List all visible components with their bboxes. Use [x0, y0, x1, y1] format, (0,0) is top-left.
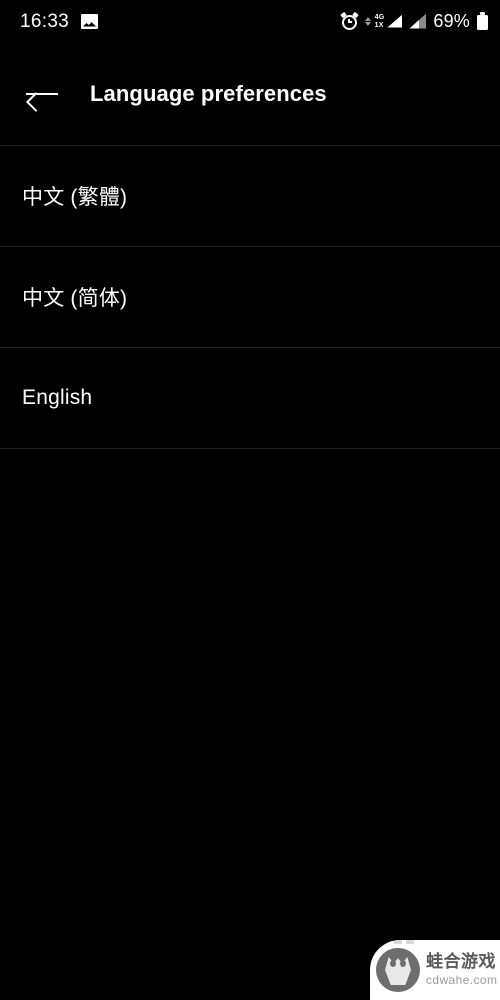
watermark-brand: 蛙合游戏 [426, 951, 496, 971]
alarm-hands [348, 18, 352, 23]
app-bar: Language preferences [0, 42, 500, 146]
frog-eye-right [400, 960, 406, 967]
battery-percent-label: 69% [433, 11, 470, 31]
watermark: 蛙合游戏 cdwahe.com [370, 940, 500, 1000]
frog-eye-left [390, 960, 396, 967]
page-title: Language preferences [90, 81, 327, 106]
status-bar-right: 4G 1X 69% [339, 11, 488, 31]
network-label-4g: 4G [374, 13, 385, 21]
list-item-chinese-simplified[interactable]: 中文 (简体) [0, 247, 500, 347]
list-item-english[interactable]: English [0, 348, 500, 448]
list-item-label: 中文 (繁體) [22, 186, 128, 209]
list-item-label: 中文 (简体) [22, 287, 128, 310]
network-label-1x: 1X [374, 21, 384, 29]
photo-icon [81, 13, 99, 29]
battery-body [477, 15, 488, 30]
arrow-left-icon [26, 85, 58, 103]
list-item-chinese-traditional[interactable]: 中文 (繁體) [0, 146, 500, 246]
phone-screen: 16:33 4G 1X 69% Language preferences 中文 … [0, 0, 500, 1000]
arrow-down-icon [364, 21, 371, 26]
list-divider [0, 448, 500, 449]
signal-bars-icon-2 [409, 13, 427, 29]
status-bar-clock: 16:33 [20, 10, 70, 32]
language-list: 中文 (繁體) 中文 (简体) English [0, 146, 500, 449]
status-bar: 16:33 4G 1X 69% [0, 0, 500, 42]
network-type-labels: 4G 1X [375, 14, 385, 29]
signal-bars-icon-1 [387, 14, 403, 28]
status-bar-left: 16:33 [20, 10, 99, 32]
data-transfer-arrows-icon [364, 16, 371, 26]
frog-body [385, 957, 411, 985]
frog-ear-left [394, 940, 402, 944]
list-item-label: English [22, 386, 93, 409]
back-button[interactable] [12, 64, 72, 124]
alarm-clock-icon [339, 11, 359, 30]
arrow-up-icon [364, 16, 371, 21]
frog-ear-right [406, 940, 414, 944]
battery-icon [477, 12, 488, 30]
watermark-text: 蛙合游戏 cdwahe.com [426, 951, 498, 987]
frog-logo-icon [376, 948, 420, 992]
frog-ears-icon [394, 940, 414, 944]
watermark-url: cdwahe.com [426, 972, 498, 987]
network-indicator-primary: 4G 1X [364, 14, 403, 29]
